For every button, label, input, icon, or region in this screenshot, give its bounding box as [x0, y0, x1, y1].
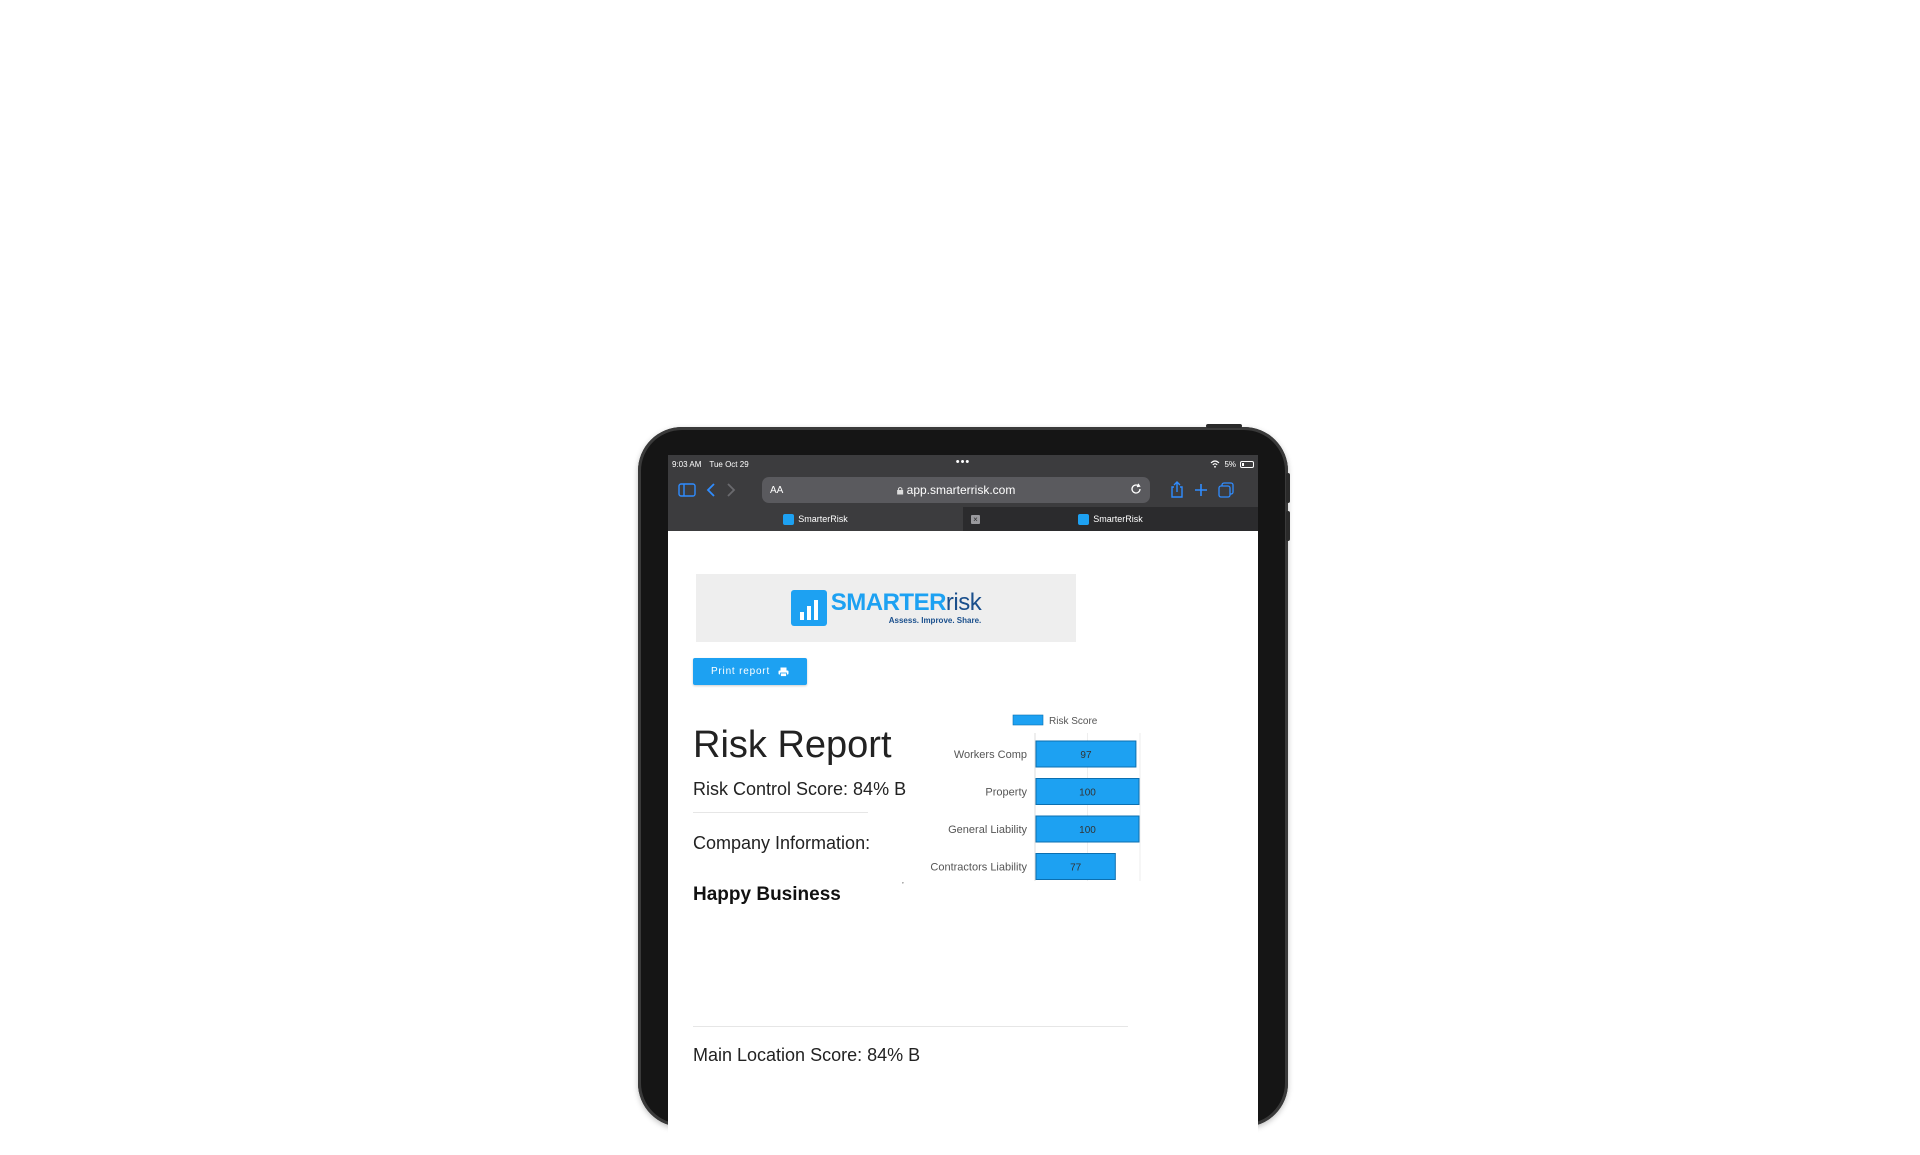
printer-icon: [778, 667, 789, 677]
tab-overview-icon[interactable]: [1218, 482, 1234, 498]
tab-label: SmarterRisk: [798, 514, 848, 524]
bar-value-label: 97: [1080, 750, 1092, 761]
main-location-score: Main Location Score: 84% B: [693, 1045, 921, 1065]
logo-text: SMARTERrisk: [831, 591, 982, 615]
tab-smarterrisk-1[interactable]: SmarterRisk: [668, 507, 963, 531]
category-label: Contractors Liability: [930, 862, 1027, 874]
sidebar-icon[interactable]: [678, 483, 696, 497]
volume-up-button: [1286, 473, 1290, 503]
page-content: SMARTERrisk Assess. Improve. Share. Prin…: [668, 531, 1258, 1151]
stray-mark: ’: [902, 881, 904, 890]
category-label: General Liability: [948, 824, 1027, 836]
smarterrisk-favicon-icon: [1078, 513, 1090, 525]
address-bar[interactable]: AA app.smarterrisk.com: [762, 477, 1150, 503]
company-info-label: Company Information:: [693, 833, 871, 853]
new-tab-icon[interactable]: [1194, 483, 1208, 497]
wifi-icon: [1211, 460, 1220, 468]
lock-icon: [897, 486, 904, 494]
company-name: Happy Business: [693, 884, 841, 905]
status-time: 9:03 AM: [672, 459, 702, 469]
volume-down-button: [1286, 511, 1290, 541]
risk-control-score: Risk Control Score: 84% B: [693, 779, 907, 799]
bar-value-label: 100: [1079, 825, 1096, 836]
logo-chart-icon: [790, 590, 827, 626]
category-label: Property: [985, 787, 1027, 799]
battery-percentage: 5%: [1224, 459, 1236, 469]
forward-icon[interactable]: [726, 482, 736, 498]
back-icon[interactable]: [706, 482, 716, 498]
status-bar: 9:03 AM Tue Oct 29 ••• 5%: [668, 455, 1258, 473]
legend-label: Risk Score: [1049, 716, 1098, 727]
logo-tagline: Assess. Improve. Share.: [888, 616, 982, 625]
smarterrisk-favicon-icon: [783, 513, 795, 525]
screen: 9:03 AM Tue Oct 29 ••• 5% AA app.smarter…: [668, 455, 1258, 1155]
tab-bar: SmarterRisk × SmarterRisk: [668, 507, 1258, 531]
share-icon[interactable]: [1170, 481, 1184, 499]
text-size-button[interactable]: AA: [770, 485, 783, 496]
page-title: Risk Report: [693, 724, 892, 766]
logo-brand-bold: SMARTER: [830, 589, 947, 616]
print-report-label: Print report: [710, 666, 771, 677]
tab-label: SmarterRisk: [1093, 514, 1143, 524]
legend-swatch: [1012, 714, 1044, 726]
smarterrisk-logo: SMARTERrisk Assess. Improve. Share.: [696, 574, 1076, 642]
tab-smarterrisk-2[interactable]: × SmarterRisk: [963, 507, 1258, 531]
browser-toolbar: AA app.smarterrisk.com: [668, 473, 1258, 507]
risk-score-chart: Risk Score Workers Comp 97 Property 100 Gener…: [930, 714, 1141, 881]
tablet-device: 9:03 AM Tue Oct 29 ••• 5% AA app.smarter…: [638, 424, 1290, 1155]
multitasking-dots-icon[interactable]: •••: [956, 456, 971, 468]
bar-value-label: 100: [1079, 788, 1096, 799]
divider: [693, 812, 868, 813]
bar-value-label: 77: [1070, 863, 1082, 874]
print-report-button[interactable]: Print report: [693, 658, 807, 685]
battery-icon: [1240, 460, 1254, 468]
close-tab-icon[interactable]: ×: [971, 514, 980, 524]
reload-icon[interactable]: [1130, 482, 1142, 498]
divider: [693, 1026, 1128, 1027]
status-date: Tue Oct 29: [709, 459, 749, 469]
url-text: app.smarterrisk.com: [906, 483, 1016, 497]
logo-brand-light: risk: [945, 589, 982, 616]
power-button: [1206, 424, 1242, 428]
category-label: Workers Comp: [954, 749, 1027, 761]
